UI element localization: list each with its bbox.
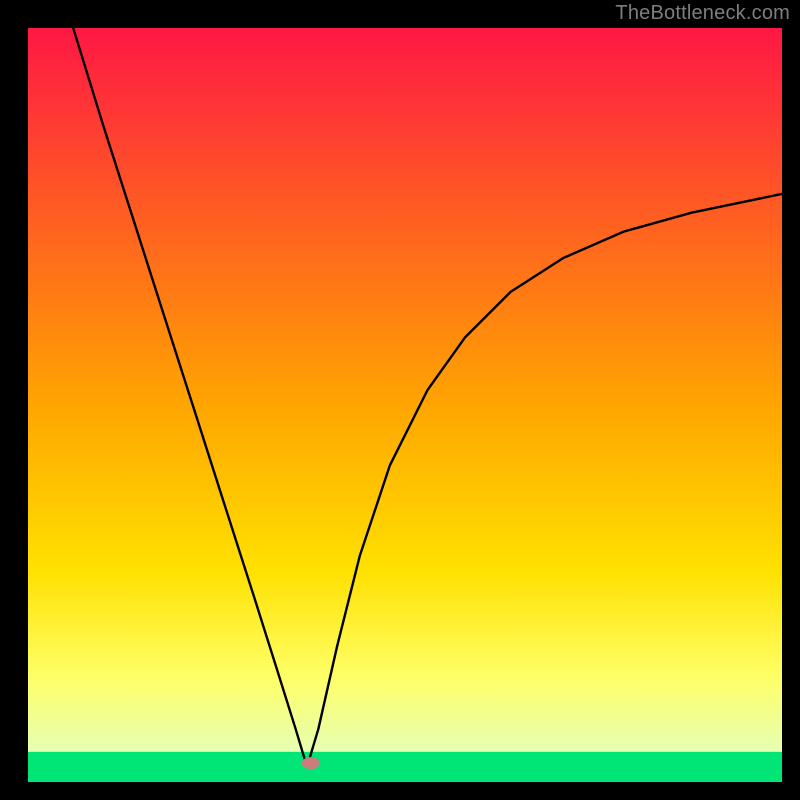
watermark-label: TheBottleneck.com [615,2,790,25]
dip-marker [302,757,320,769]
chart-stage: TheBottleneck.com [0,0,800,800]
bottom-green-band [28,752,782,782]
bottleneck-chart [0,0,800,800]
plot-background [28,28,782,782]
